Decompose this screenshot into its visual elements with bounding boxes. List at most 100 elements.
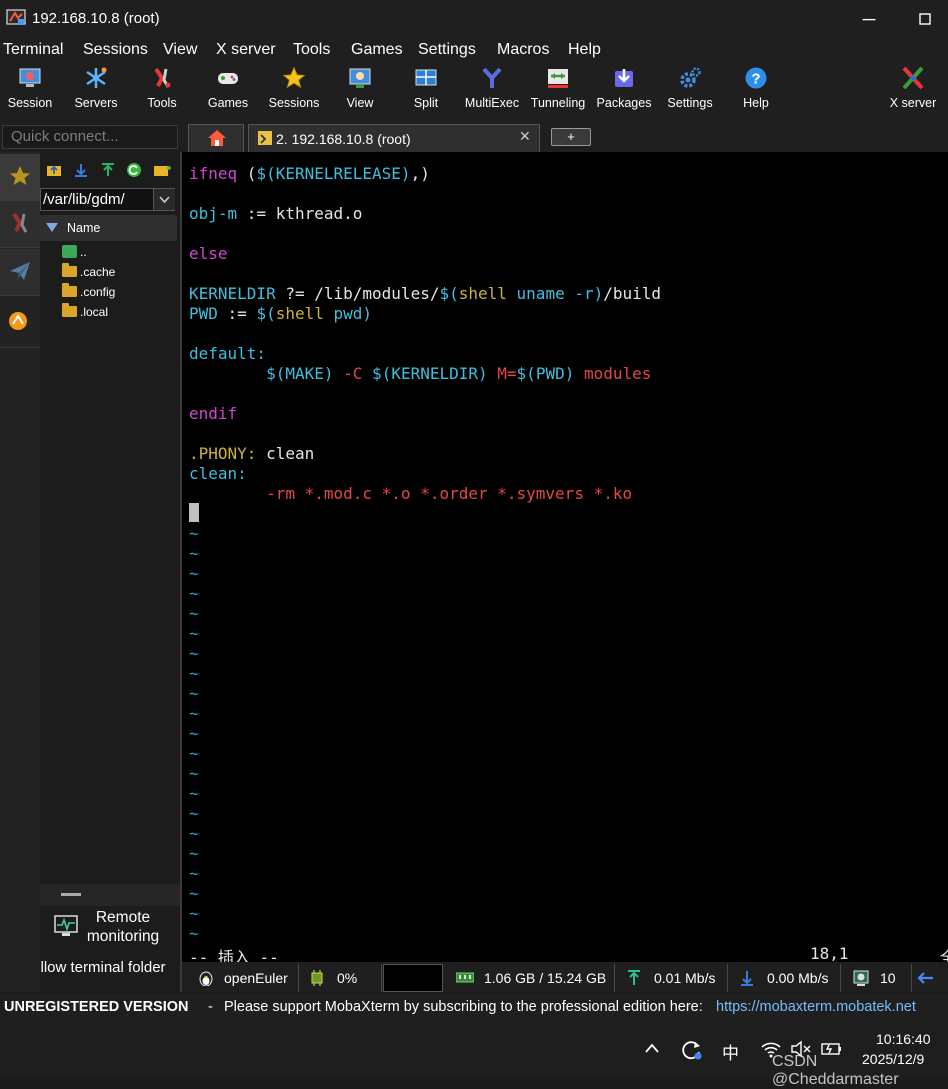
sessions-side-button[interactable]	[0, 154, 40, 201]
menu-xserver[interactable]: X server	[216, 41, 276, 59]
maximize-button[interactable]	[907, 6, 943, 32]
clock-time[interactable]: 10:16:40	[876, 1031, 931, 1047]
download-icon[interactable]	[73, 162, 89, 178]
follow-terminal-checkbox[interactable]: Follow terminal folder	[40, 957, 180, 979]
code-line: obj-m := kthread.o	[189, 204, 363, 223]
website-link[interactable]: https://mobaxterm.mobatek.net	[716, 994, 916, 1020]
refresh-icon[interactable]	[126, 162, 142, 178]
toolbar: Session Servers Tools Games Sessions Vie…	[0, 62, 948, 122]
settings-button[interactable]: Settings	[657, 66, 723, 120]
chevron-up-icon[interactable]	[644, 1042, 660, 1054]
tab-session-2[interactable]: 2. 192.168.10.8 (root) ✕	[248, 124, 540, 152]
gamepad-icon	[218, 73, 238, 84]
view-button[interactable]: View	[327, 66, 393, 120]
ime-indicator[interactable]: 中	[722, 1039, 739, 1064]
file-list-header[interactable]: Name	[40, 215, 177, 241]
xserver-label: X server	[889, 96, 937, 110]
menu-settings[interactable]: Settings	[418, 41, 476, 59]
vim-tilde-line: ~	[189, 844, 199, 863]
file-row-local[interactable]: .local	[62, 303, 108, 319]
session-label: Session	[7, 96, 53, 110]
servers-icon	[86, 67, 107, 88]
memory-status: 1.06 GB / 15.24 GB	[446, 964, 615, 992]
packages-button[interactable]: Packages	[591, 66, 657, 120]
file-name: ..	[80, 245, 87, 259]
file-row-config[interactable]: .config	[62, 283, 115, 299]
xserver-button[interactable]: X server	[880, 66, 946, 120]
view-icon	[349, 68, 371, 88]
help-button[interactable]: ? Help	[723, 66, 789, 120]
vim-tilde-line: ~	[189, 884, 199, 903]
panel-splitter[interactable]	[40, 884, 180, 906]
menu-view[interactable]: View	[163, 41, 197, 59]
servers-button[interactable]: Servers	[63, 66, 129, 120]
strip-divider	[0, 347, 40, 348]
multiexec-label: MultiExec	[464, 96, 520, 110]
help-label: Help	[743, 96, 769, 110]
packages-label: Packages	[596, 96, 652, 110]
upload-status: 0.01 Mb/s	[615, 964, 728, 992]
svg-text:?: ?	[751, 71, 760, 88]
mobaxterm-app-icon	[6, 9, 26, 25]
gear-icon	[680, 67, 701, 88]
unregistered-label: UNREGISTERED VERSION	[4, 999, 189, 1015]
menu-help[interactable]: Help	[568, 41, 601, 59]
code-line: clean:	[189, 464, 247, 483]
menu-sessions[interactable]: Sessions	[83, 41, 148, 59]
vim-tilde-line: ~	[189, 644, 199, 663]
file-row-parent[interactable]: ..	[62, 245, 87, 259]
tunneling-button[interactable]: Tunneling	[525, 66, 591, 120]
vim-tilde-line: ~	[189, 784, 199, 803]
new-folder-icon[interactable]	[153, 162, 171, 178]
minimize-button[interactable]: ─	[851, 6, 887, 32]
path-dropdown-button[interactable]	[153, 189, 175, 210]
vim-tilde-line: ~	[189, 604, 199, 623]
code-line: $(MAKE) -C $(KERNELDIR) M=$(PWD) modules	[266, 364, 652, 383]
sftp-panel: /var/lib/gdm/ Name .. .cache .config .lo…	[40, 152, 180, 992]
vim-tilde-line: ~	[189, 684, 199, 703]
terminal-area[interactable]: ifneq ($(KERNELRELEASE),) obj-m := kthre…	[182, 152, 948, 967]
folder-up-icon[interactable]	[46, 162, 62, 178]
menu-tools[interactable]: Tools	[293, 41, 330, 59]
xserver-icon	[902, 66, 924, 90]
vim-tilde-line: ~	[189, 564, 199, 583]
session-button[interactable]: Session	[0, 66, 63, 120]
vim-tilde-line: ~	[189, 704, 199, 723]
upload-value: 0.01 Mb/s	[654, 970, 716, 986]
quick-connect-input[interactable]: Quick connect...	[2, 125, 178, 149]
vim-tilde-line: ~	[189, 524, 199, 543]
code-line: KERNELDIR ?= /lib/modules/$(shell uname …	[189, 284, 662, 303]
packages-icon	[615, 69, 633, 87]
remote-monitoring-button[interactable]: Remote monitoring	[40, 906, 180, 956]
splitter-grip	[61, 893, 81, 896]
macros-side-button[interactable]	[6, 308, 34, 336]
os-status: openEuler	[184, 964, 299, 992]
file-name: .cache	[80, 265, 116, 279]
code-line: else	[189, 244, 228, 263]
uptime-icon	[853, 970, 869, 986]
menu-bar: Terminal Sessions View X server Tools Ga…	[0, 38, 948, 62]
sessions-button[interactable]: Sessions	[261, 66, 327, 120]
new-tab-button[interactable]: +	[551, 128, 591, 146]
games-button[interactable]: Games	[195, 66, 261, 120]
home-tab[interactable]	[188, 124, 244, 152]
text-cursor	[189, 503, 199, 522]
scroll-left-button[interactable]	[911, 964, 948, 992]
split-label: Split	[413, 96, 439, 110]
split-button[interactable]: Split	[393, 66, 459, 120]
code-line: -rm *.mod.c *.o *.order *.symvers *.ko	[266, 484, 633, 503]
close-icon[interactable]: ✕	[519, 128, 531, 145]
multiexec-button[interactable]: MultiExec	[459, 66, 525, 120]
tab-label: 2. 192.168.10.8 (root)	[276, 131, 411, 147]
tools-button[interactable]: Tools	[129, 66, 195, 120]
sftp-side-button[interactable]	[0, 249, 40, 296]
menu-macros[interactable]: Macros	[497, 41, 549, 59]
file-row-cache[interactable]: .cache	[62, 263, 116, 279]
sync-icon[interactable]	[680, 1038, 702, 1060]
menu-terminal[interactable]: Terminal	[3, 41, 63, 59]
tools-side-button[interactable]	[0, 201, 40, 248]
menu-games[interactable]: Games	[351, 41, 403, 59]
vim-tilde-line: ~	[189, 904, 199, 923]
vim-tilde-line: ~	[189, 544, 199, 563]
upload-icon[interactable]	[100, 162, 116, 178]
